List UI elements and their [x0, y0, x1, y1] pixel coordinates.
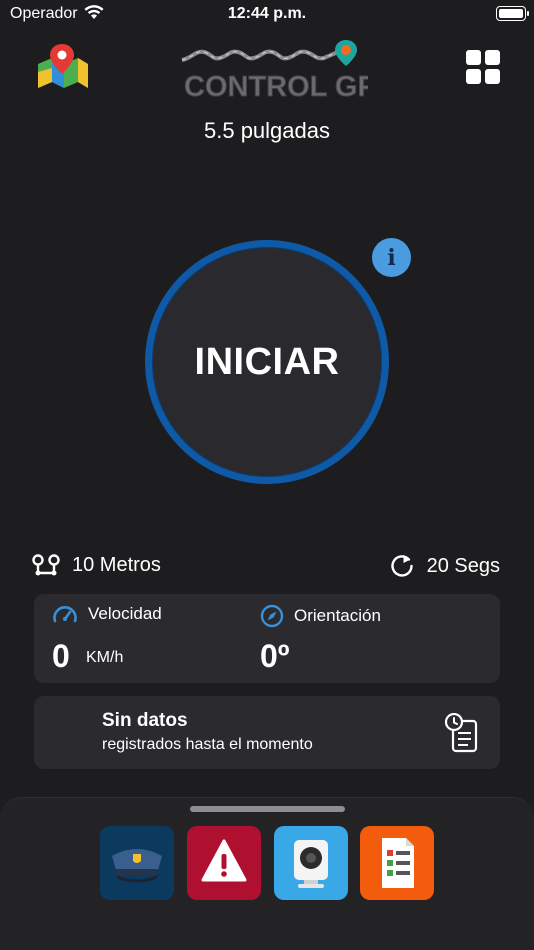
- sheet-handle[interactable]: [190, 806, 345, 812]
- speed-label: Velocidad: [88, 604, 162, 623]
- route-icon: [32, 554, 60, 576]
- menu-grid-button[interactable]: [466, 50, 500, 84]
- status-bar: Operador 12:44 p.m.: [0, 0, 534, 30]
- camera-icon: [294, 840, 328, 888]
- telemetry-card: Velocidad Orientación 0 KM/h 0º: [34, 594, 500, 683]
- app-screen: Operador 12:44 p.m. CONTROL GPS: [0, 0, 534, 950]
- map-pin-icon: [38, 44, 88, 88]
- speed-unit: KM/h: [86, 649, 124, 666]
- police-cap-icon: [112, 849, 162, 883]
- records-card[interactable]: Sin datos registrados hasta el momento: [34, 696, 500, 769]
- speed-label-group: Velocidad: [52, 604, 162, 624]
- map-button[interactable]: [34, 42, 92, 92]
- status-time: 12:44 p.m.: [227, 5, 307, 22]
- camera-app-button[interactable]: [274, 826, 348, 900]
- screen-size-label: 5.5 pulgadas: [204, 118, 330, 143]
- orientation-label-group: Orientación: [260, 604, 381, 628]
- speedometer-icon: [53, 606, 77, 623]
- compass-icon: [260, 604, 284, 628]
- distance-metric: 10 Metros: [32, 553, 161, 577]
- start-label: INICIAR: [194, 340, 340, 383]
- alert-app-button[interactable]: [187, 826, 261, 900]
- records-subtitle: registrados hasta el momento: [102, 736, 313, 753]
- interval-value: 20 Segs: [426, 554, 500, 577]
- info-button[interactable]: i: [372, 238, 411, 277]
- battery-icon: [496, 6, 529, 21]
- speed-value: 0: [52, 638, 70, 674]
- records-title: Sin datos: [102, 710, 188, 731]
- checklist-app-button[interactable]: [360, 826, 434, 900]
- alert-icon: [201, 839, 247, 882]
- orientation-label: Orientación: [294, 606, 381, 625]
- history-log-icon: [444, 713, 478, 753]
- start-button[interactable]: INICIAR: [145, 240, 389, 484]
- checklist-icon: [382, 838, 414, 888]
- logo-text: CONTROL GPS: [184, 71, 368, 102]
- orientation-value: 0º: [260, 638, 290, 674]
- interval-metric: 20 Segs: [389, 553, 500, 579]
- info-icon: i: [387, 244, 396, 271]
- refresh-icon: [390, 555, 413, 577]
- bottom-sheet[interactable]: [0, 797, 534, 950]
- control-gps-logo: CONTROL GPS: [178, 38, 397, 104]
- police-app-button[interactable]: [100, 826, 174, 900]
- distance-value: 10 Metros: [72, 553, 161, 576]
